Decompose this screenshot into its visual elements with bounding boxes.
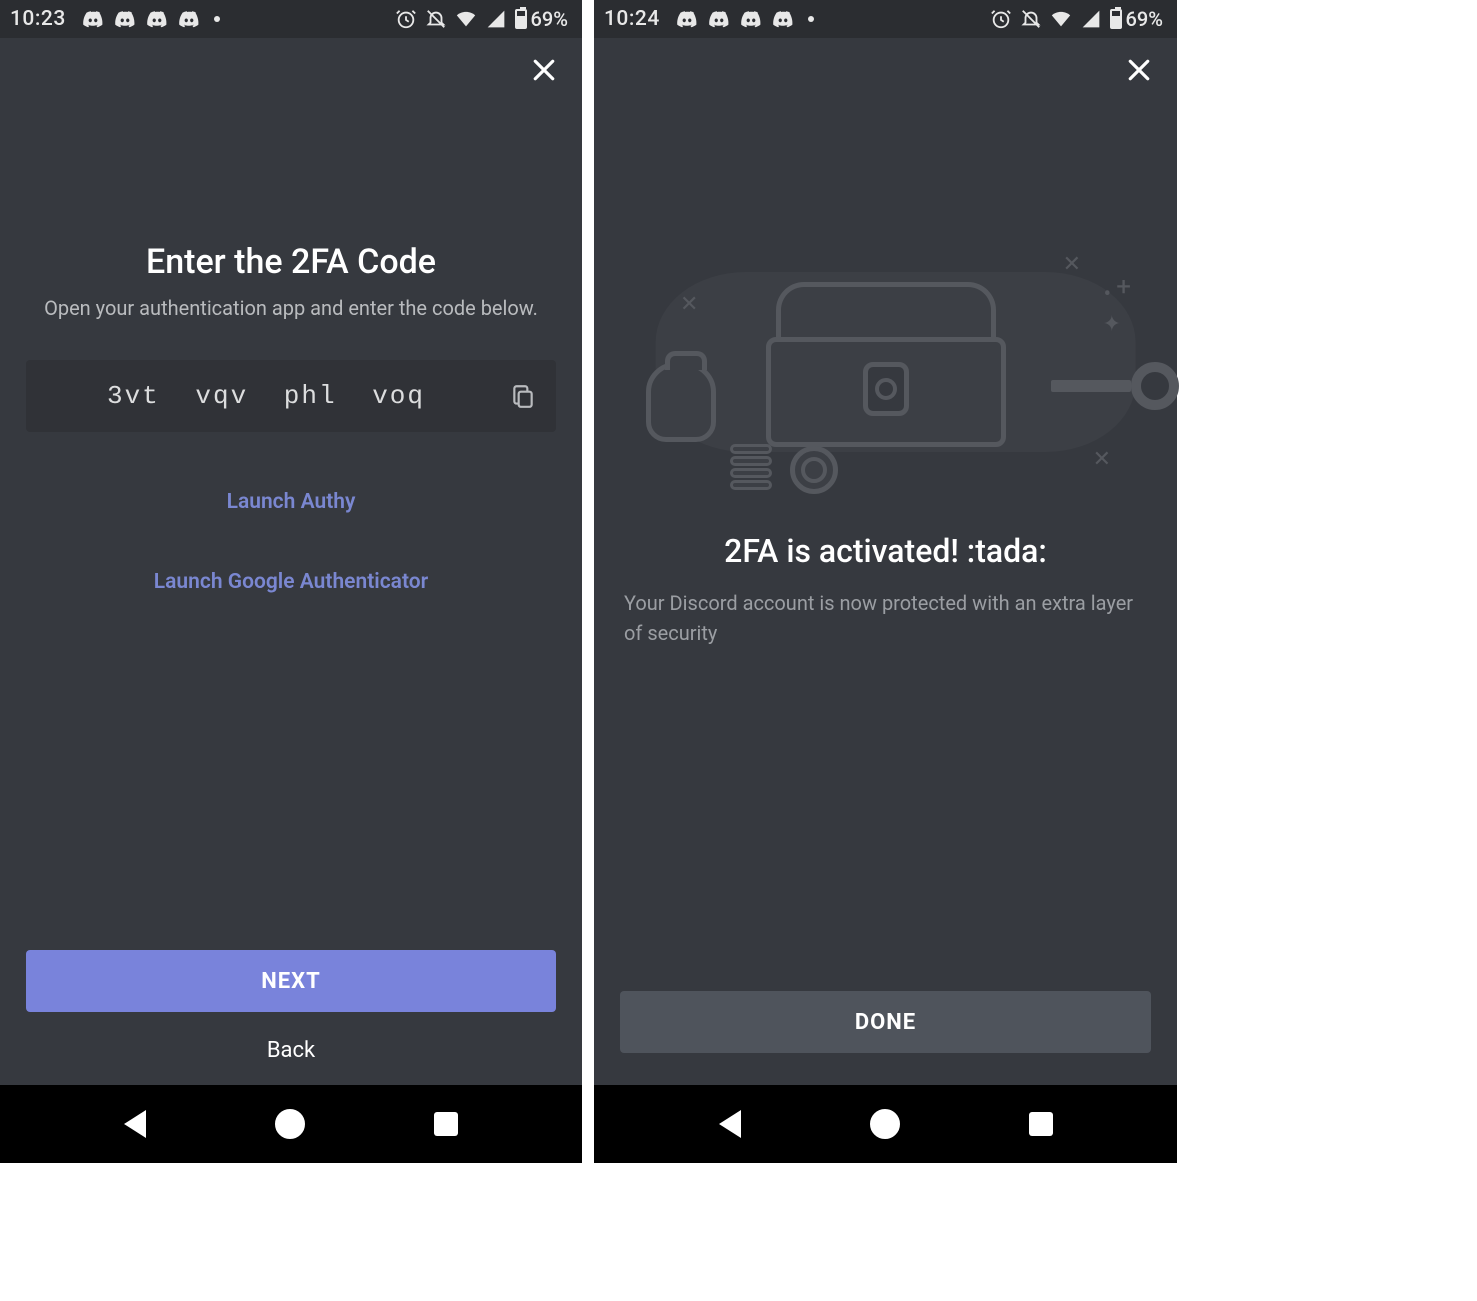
dnd-icon bbox=[425, 8, 447, 30]
alarm-icon bbox=[395, 8, 417, 30]
signal-icon bbox=[485, 8, 507, 30]
android-navbar bbox=[0, 1085, 582, 1163]
nav-back-button[interactable] bbox=[124, 1110, 146, 1138]
jar-icon bbox=[646, 362, 716, 442]
discord-icon bbox=[708, 10, 730, 28]
back-button[interactable]: Back bbox=[26, 1038, 556, 1063]
page-subtitle: Open your authentication app and enter t… bbox=[26, 296, 556, 320]
status-time: 10:23 bbox=[10, 7, 66, 31]
launch-google-auth-link[interactable]: Launch Google Authenticator bbox=[26, 570, 556, 594]
close-button[interactable] bbox=[1119, 50, 1159, 90]
sparkle-icon: ✕ bbox=[680, 292, 698, 317]
notification-dot-icon bbox=[808, 16, 814, 22]
code-value: 3vt vqv phl voq bbox=[44, 381, 508, 411]
alarm-icon bbox=[990, 8, 1012, 30]
launch-authy-link[interactable]: Launch Authy bbox=[26, 490, 556, 514]
page-subtitle: Your Discord account is now protected wi… bbox=[620, 588, 1151, 648]
copy-button[interactable] bbox=[508, 381, 538, 411]
phone-right: 10:24 bbox=[594, 0, 1177, 1163]
battery-percent: 69% bbox=[1126, 7, 1163, 31]
discord-icon bbox=[114, 10, 136, 28]
sparkle-icon: • bbox=[1104, 282, 1111, 307]
discord-icon bbox=[740, 10, 762, 28]
page-title: Enter the 2FA Code bbox=[26, 242, 556, 282]
wifi-icon bbox=[1050, 8, 1072, 30]
sparkle-icon: ✕ bbox=[1063, 252, 1081, 277]
wifi-icon bbox=[455, 8, 477, 30]
discord-icon bbox=[676, 10, 698, 28]
battery-icon bbox=[515, 9, 527, 29]
sparkle-icon: ✕ bbox=[1093, 447, 1111, 472]
plus-icon: + bbox=[1116, 272, 1131, 302]
close-button[interactable] bbox=[524, 50, 564, 90]
discord-icon bbox=[178, 10, 200, 28]
next-button[interactable]: NEXT bbox=[26, 950, 556, 1012]
key-icon bbox=[1051, 362, 1179, 410]
discord-icon bbox=[146, 10, 168, 28]
page-title: 2FA is activated! :tada: bbox=[620, 532, 1151, 570]
status-bar: 10:24 bbox=[594, 0, 1177, 38]
done-button[interactable]: DONE bbox=[620, 991, 1151, 1053]
notification-dot-icon bbox=[214, 16, 220, 22]
treasure-illustration: ✕ • ✦ ✕ ✕ • + bbox=[620, 232, 1151, 502]
status-bar: 10:23 bbox=[0, 0, 582, 38]
discord-icon bbox=[772, 10, 794, 28]
dnd-icon bbox=[1020, 8, 1042, 30]
nav-back-button[interactable] bbox=[719, 1110, 741, 1138]
nav-home-button[interactable] bbox=[275, 1109, 305, 1139]
battery-percent: 69% bbox=[531, 7, 568, 31]
status-time: 10:24 bbox=[604, 7, 660, 31]
nav-home-button[interactable] bbox=[870, 1109, 900, 1139]
battery-icon bbox=[1110, 9, 1122, 29]
discord-icon bbox=[82, 10, 104, 28]
phone-left: 10:23 bbox=[0, 0, 582, 1163]
chest-icon bbox=[766, 282, 1006, 452]
nav-recent-button[interactable] bbox=[434, 1112, 458, 1136]
android-navbar bbox=[594, 1085, 1177, 1163]
code-box: 3vt vqv phl voq bbox=[26, 360, 556, 432]
signal-icon bbox=[1080, 8, 1102, 30]
sparkle-icon: ✦ bbox=[1103, 312, 1121, 337]
nav-recent-button[interactable] bbox=[1029, 1112, 1053, 1136]
